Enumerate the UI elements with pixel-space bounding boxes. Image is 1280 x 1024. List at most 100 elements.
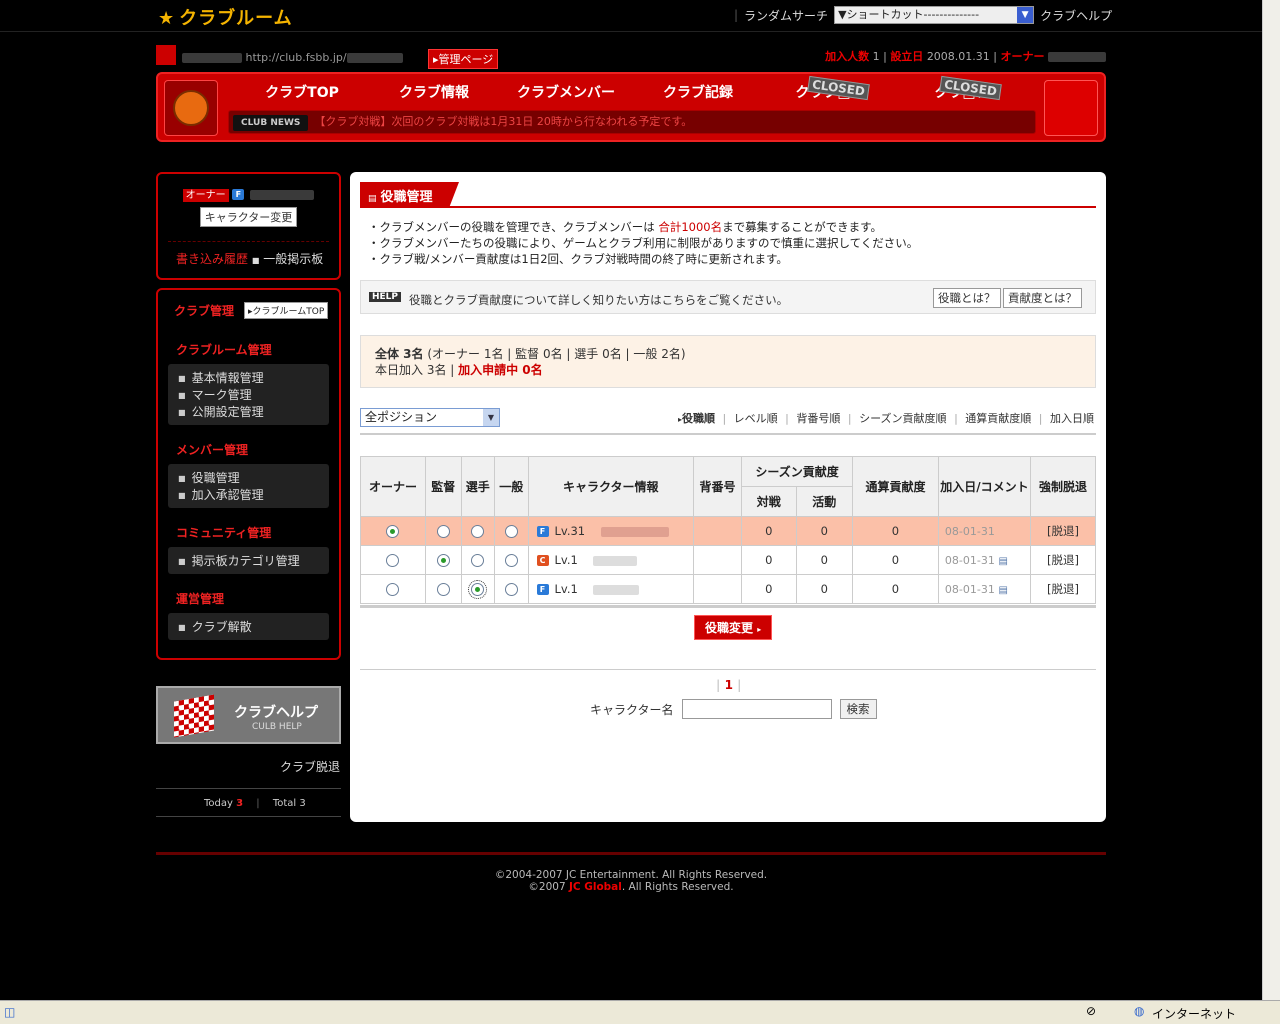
tab-club-records[interactable]: クラブ記録 — [632, 82, 764, 102]
role-radio-owner[interactable] — [386, 525, 400, 538]
star-icon: ★ — [158, 8, 176, 29]
scrollbar[interactable] — [1262, 0, 1280, 1000]
section-community: コミュニティ管理 掲示板カテゴリ管理 — [158, 524, 339, 574]
menu-approval[interactable]: 加入承認管理 — [178, 487, 329, 504]
help-badge: HELP — [369, 292, 402, 302]
kick-button[interactable]: [脱退] — [1047, 553, 1079, 567]
page-1[interactable]: 1 — [725, 678, 733, 692]
table-row: F Lv.31 0 0 0 08-01-31 [脱退] — [360, 516, 1096, 546]
role-radio-general[interactable] — [504, 525, 518, 538]
globe-icon: ◍ — [1134, 1004, 1145, 1018]
club-leave-link[interactable]: クラブ脱退 — [280, 758, 340, 775]
news-tag: CLUB NEWS — [233, 115, 309, 131]
app-logo[interactable]: ★ クラブルーム — [158, 4, 293, 30]
character-icon: F — [232, 189, 245, 200]
basketball-icon — [173, 90, 209, 126]
sort-number[interactable]: 背番号順 — [796, 412, 840, 425]
menu-basic-info[interactable]: 基本情報管理 — [178, 370, 329, 387]
sort-season[interactable]: シーズン貢献度順 — [859, 412, 946, 425]
page-title: 役職管理 — [380, 190, 433, 205]
menu-roles[interactable]: 役職管理 — [178, 470, 329, 487]
footer-divider — [156, 852, 1106, 855]
role-radio-general[interactable] — [504, 583, 518, 596]
chevron-down-icon[interactable]: ▼ — [1017, 7, 1034, 23]
roles-table: オーナー 監督 選手 一般 キャラクター情報 背番号 シーズン貢献度 通算貢献度… — [360, 456, 1096, 604]
comment-icon[interactable]: ▤ — [998, 556, 1007, 567]
role-radio-owner[interactable] — [386, 554, 400, 567]
sort-date[interactable]: 加入日順 — [1050, 412, 1094, 425]
role-radio-player[interactable] — [471, 554, 485, 567]
tab-club-members[interactable]: クラブメンバー — [500, 82, 632, 102]
role-radio-player[interactable] — [471, 525, 485, 538]
sort-level[interactable]: レベル順 — [734, 412, 778, 425]
search-row: キャラクター名 検索 — [590, 699, 877, 719]
search-label: キャラクター名 — [590, 702, 674, 717]
page-heading: ▤ 役職管理 — [360, 182, 1096, 208]
character-icon: F — [536, 584, 549, 595]
visit-counter: Today 3 | Total 3 — [204, 798, 306, 809]
help-box: HELP 役職とクラブ貢献度について詳しく知りたい方はこちらをご覧ください。 役… — [360, 280, 1096, 314]
page-icon: ◫ — [4, 1005, 16, 1019]
member-count-box: 全体 3名 (オーナー 1名 | 監督 0名 | 選手 0名 | 一般 2名) … — [360, 335, 1096, 388]
table-row: F Lv.1 0 0 0 08-01-31 ▤ [脱退] — [360, 574, 1096, 604]
section-room: クラブルーム管理 基本情報管理 マーク管理 公開設定管理 — [158, 341, 339, 425]
description: ・クラブメンバーの役職を管理でき、クラブメンバーは 合計1000名まで募集するこ… — [368, 220, 919, 266]
menu-board-category[interactable]: 掲示板カテゴリ管理 — [178, 553, 329, 570]
club-nav: クラブTOP クラブ情報 クラブメンバー クラブ記録 クラブ□ムCLOSED ク… — [156, 72, 1106, 142]
what-is-role-button[interactable]: 役職とは？ — [933, 288, 1001, 308]
main-panel: ▤ 役職管理 ・クラブメンバーの役職を管理でき、クラブメンバーは 合計1000名ま… — [350, 172, 1106, 822]
random-search-link[interactable]: ランダムサーチ — [744, 7, 828, 24]
club-news-bar: CLUB NEWS 【クラブ対戦】次回のクラブ対戦は1月31日 20時から行なわれ… — [228, 110, 1036, 134]
general-board-link[interactable]: 一般掲示板 — [263, 252, 323, 266]
sort-links: ▸役職順 | レベル順 | 背番号順 | シーズン貢献度順 | 通算貢献度順 |… — [677, 412, 1094, 425]
club-url: http://club.fsbb.jp/ — [182, 51, 403, 64]
comment-icon[interactable]: ▤ — [998, 585, 1007, 596]
table-row: C Lv.1 0 0 0 08-01-31 ▤ [脱退] — [360, 545, 1096, 575]
pagination: | 1 | — [716, 678, 742, 692]
role-radio-manager[interactable] — [436, 525, 450, 538]
what-is-contribution-button[interactable]: 貢献度とは？ — [1003, 288, 1082, 308]
sort-total[interactable]: 通算貢献度順 — [965, 412, 1031, 425]
menu-visibility[interactable]: 公開設定管理 — [178, 404, 329, 421]
nav-side-panel — [1044, 80, 1098, 136]
footer: ©2004-2007 JC Entertainment. All Rights … — [494, 869, 768, 893]
nav-tabs: クラブTOP クラブ情報 クラブメンバー クラブ記録 クラブ□ムCLOSED ク… — [236, 75, 1028, 102]
news-text[interactable]: 【クラブ対戦】次回のクラブ対戦は1月31日 20時から行なわれる予定です。 — [314, 115, 692, 128]
role-radio-manager[interactable] — [436, 554, 450, 567]
sort-role[interactable]: 役職順 — [682, 412, 715, 425]
tab-closed-2: クラ□クCLOSED — [896, 75, 1028, 102]
kick-button[interactable]: [脱退] — [1047, 582, 1079, 596]
menu-dissolve[interactable]: クラブ解散 — [178, 619, 329, 636]
section-members: メンバー管理 役職管理 加入承認管理 — [158, 441, 339, 508]
tab-club-info[interactable]: クラブ情報 — [368, 82, 500, 102]
position-select[interactable]: 全ポジション ▼ — [360, 408, 500, 427]
menu-mark[interactable]: マーク管理 — [178, 387, 329, 404]
arrow-right-icon: ▸ — [757, 625, 762, 634]
board-icon: ■ — [251, 256, 260, 265]
role-radio-general[interactable] — [504, 554, 518, 567]
checkered-flag-icon — [174, 694, 214, 738]
shortcut-select[interactable]: ▼ショートカット-------------- ▼ — [834, 6, 1035, 24]
owner-badge: オーナー — [182, 189, 229, 202]
admin-page-button[interactable]: ▸管理ページ — [428, 49, 499, 69]
search-button[interactable]: 検索 — [839, 699, 877, 719]
character-icon: C — [536, 555, 549, 566]
role-change-button[interactable]: 役職変更 ▸ — [694, 615, 773, 640]
club-help-banner[interactable]: クラブヘルプ CULB HELP — [156, 686, 341, 744]
character-name-input[interactable] — [681, 699, 832, 719]
kick-button[interactable]: [脱退] — [1047, 524, 1079, 538]
tab-club-top[interactable]: クラブTOP — [236, 82, 368, 102]
club-help-link[interactable]: クラブヘルプ — [1040, 7, 1112, 24]
character-icon: F — [536, 526, 549, 537]
role-radio-player[interactable] — [468, 580, 488, 599]
club-emblem[interactable] — [164, 80, 218, 136]
club-admin-title: クラブ管理 — [174, 304, 235, 318]
section-operations: 運営管理 クラブ解散 — [158, 590, 339, 640]
status-bar: ◫ ⊘ ◍ インターネット — [0, 1000, 1280, 1024]
character-change-button[interactable]: キャラクター変更 — [199, 207, 298, 227]
write-history-link[interactable]: 書き込み履歴 — [176, 252, 248, 266]
role-radio-manager[interactable] — [436, 583, 450, 596]
role-radio-owner[interactable] — [386, 583, 400, 596]
chevron-down-icon: ▼ — [483, 409, 499, 426]
room-top-button[interactable]: ▸クラブルームTOP — [244, 302, 329, 319]
